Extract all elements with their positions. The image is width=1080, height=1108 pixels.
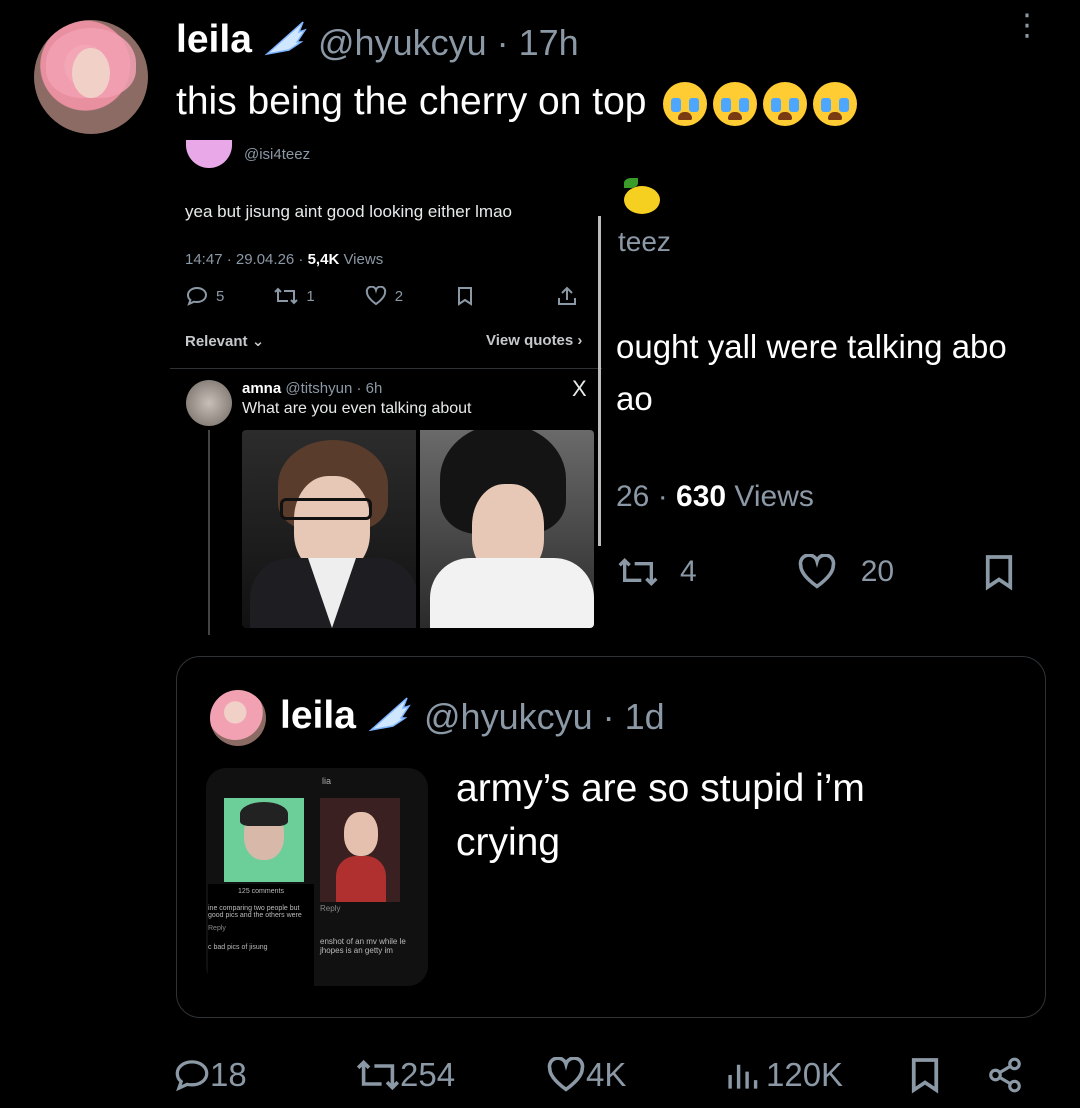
like-button[interactable]: 4K: [546, 1050, 626, 1100]
quoted-media[interactable]: lia 125 comments ine comparing two peopl…: [206, 768, 428, 986]
author-avatar[interactable]: [34, 20, 148, 134]
meta-fragment: 26 · 630 Views: [616, 480, 814, 513]
wing-icon: [264, 21, 307, 56]
media-comments-right: Reply enshot of an mv while le jhopes is…: [320, 904, 406, 955]
screenshot-post-text: yea but jisung aint good looking either …: [185, 202, 512, 221]
screenshot-meta: 14:47 · 29.04.26 · 5,4K Views: [185, 251, 384, 268]
reply-icon: [186, 286, 208, 306]
author-handle[interactable]: @hyukcyu · 17h: [318, 22, 579, 64]
lemon-icon: [624, 186, 660, 214]
quoted-author-handle: @hyukcyu · 1d: [424, 696, 665, 737]
reply-button[interactable]: 18: [174, 1050, 247, 1100]
screenshot-actions: 5 1 2: [186, 286, 596, 306]
leaf-icon: [624, 178, 638, 188]
handle-fragment: teez: [618, 226, 671, 257]
bookmark-icon: [911, 1058, 939, 1094]
media-comments-left: 125 comments ine comparing two people bu…: [208, 884, 314, 986]
media-right-header: lia: [322, 776, 332, 786]
reply-photo-2: [420, 430, 594, 628]
reply-photo-1: [242, 430, 416, 628]
author-name[interactable]: leila: [176, 18, 307, 62]
media-photo-right: [320, 798, 400, 902]
heart-icon: [547, 1057, 585, 1092]
media-photo-left: [224, 798, 304, 882]
tweet-text: this being the cherry on top: [176, 80, 858, 126]
reply-text: What are you even talking about: [242, 400, 472, 417]
chevron-right-icon: ›: [577, 332, 583, 349]
actions-fragment: 4 20: [618, 552, 1058, 592]
reply-header: amna @titshyun · 6h: [242, 380, 383, 397]
screenshot-handle: @isi4teez: [244, 146, 311, 163]
embedded-screenshot-right: teez ought yall were talking abo ao 26 ·…: [604, 178, 1080, 600]
repost-icon: [356, 1059, 400, 1091]
views-button[interactable]: 120K: [724, 1050, 843, 1100]
reply-icon: [175, 1060, 209, 1092]
quoted-tweet-text: army’s are so stupid i’m crying: [456, 767, 865, 864]
view-quotes-link[interactable]: View quotes ›: [486, 332, 582, 349]
quoted-author-avatar: [210, 690, 266, 746]
loudly-crying-face-icon: [813, 81, 858, 126]
thread-line: [208, 430, 210, 635]
divider: [170, 368, 602, 369]
heart-icon: [798, 554, 835, 589]
bookmark-button[interactable]: [910, 1050, 940, 1100]
repost-icon: [618, 557, 658, 587]
share-icon: [558, 286, 577, 305]
loudly-crying-face-icon: [763, 81, 808, 126]
loudly-crying-face-icon: [663, 81, 708, 126]
bookmark-icon: [985, 555, 1013, 591]
reply-avatar: [186, 380, 232, 426]
wing-icon: [368, 697, 411, 732]
text-fragment-2: ao: [616, 380, 653, 417]
views-icon: [728, 1064, 758, 1089]
repost-button[interactable]: 254: [356, 1050, 455, 1100]
chevron-down-icon: ⌄: [251, 333, 265, 350]
loudly-crying-face-icon: [713, 81, 758, 126]
quoted-author-name: leila: [280, 694, 411, 738]
repost-icon: [274, 287, 299, 305]
avatar-fragment: [186, 140, 232, 168]
close-icon: X: [572, 376, 587, 401]
more-options-icon[interactable]: ⋮: [1012, 11, 1042, 60]
screenshot-divider: [598, 216, 601, 546]
share-icon: [989, 1057, 1021, 1093]
bookmark-icon: [458, 287, 473, 306]
post-time: · 17h: [496, 22, 579, 63]
heart-icon: [365, 286, 386, 306]
share-button[interactable]: [986, 1050, 1024, 1100]
relevant-sort[interactable]: Relevant ⌄: [185, 332, 264, 350]
text-fragment-1: ought yall were talking abo: [616, 328, 1007, 365]
